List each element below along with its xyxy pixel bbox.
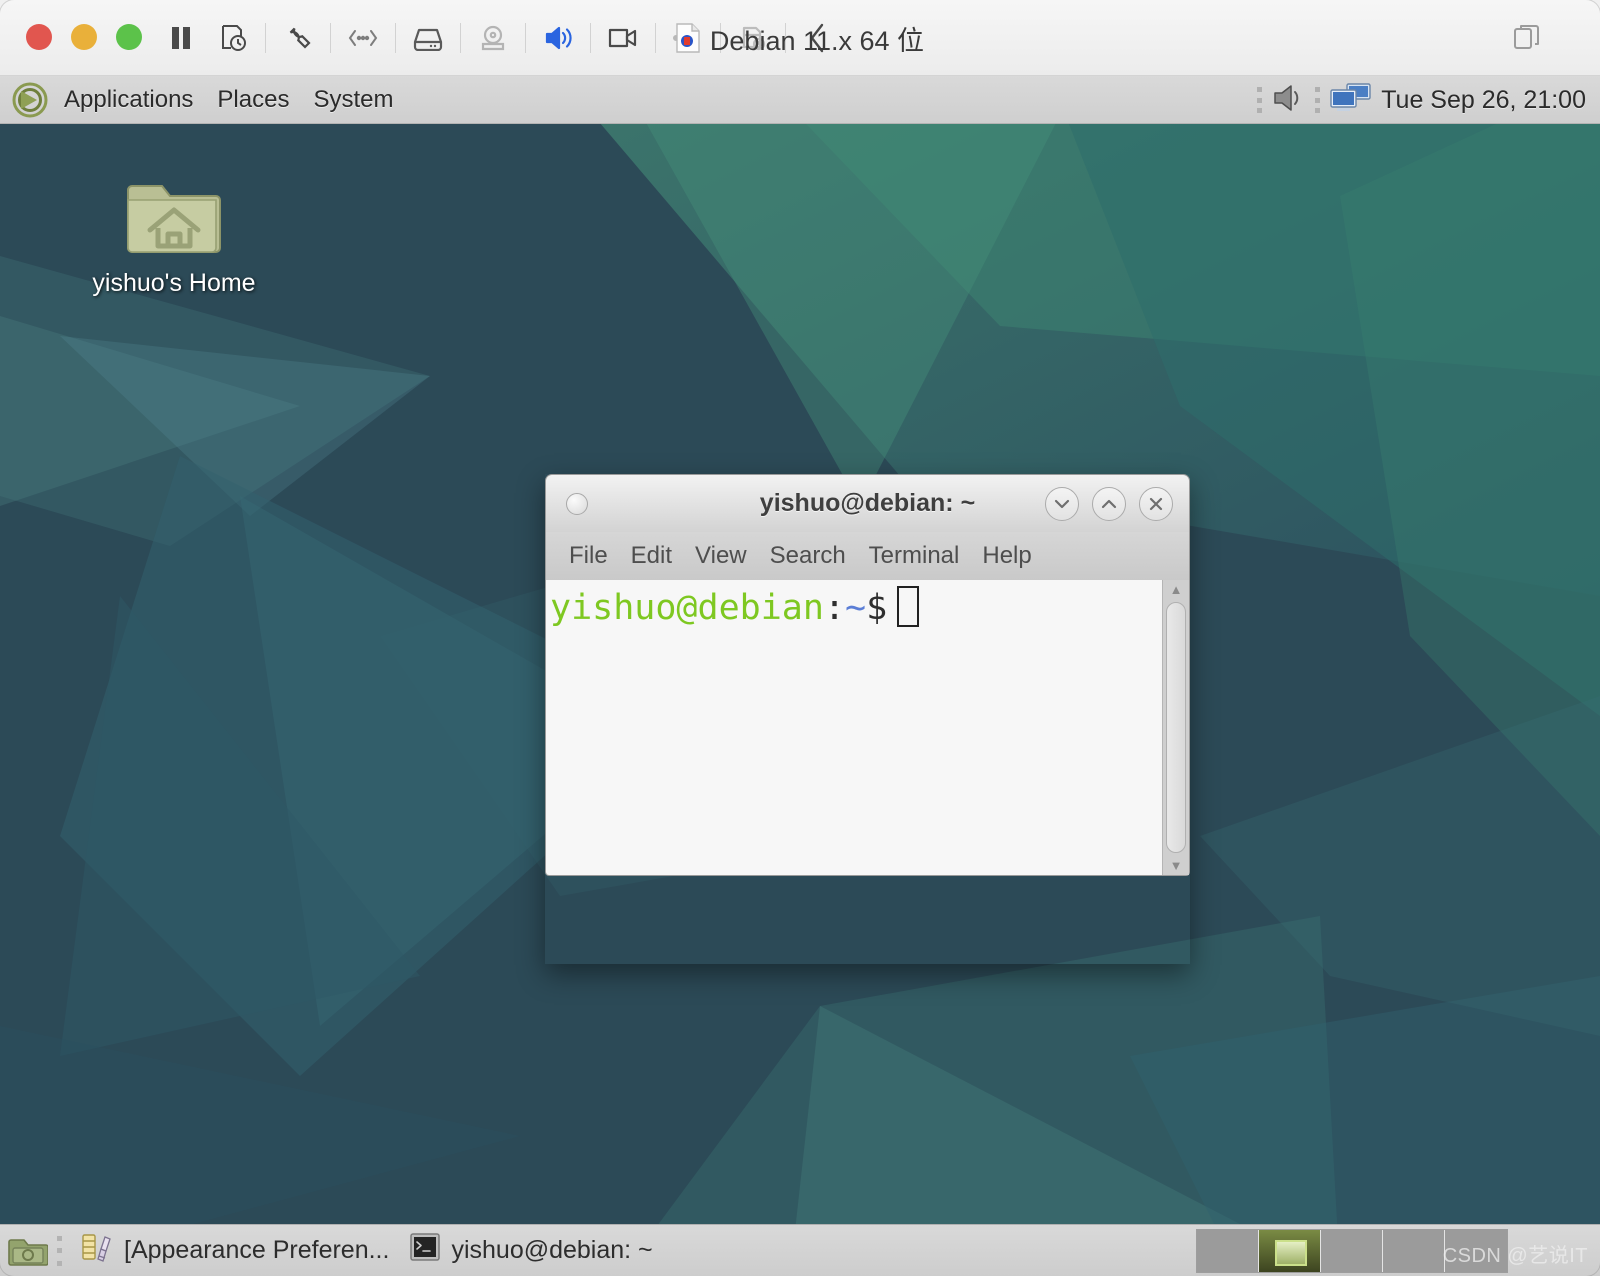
pause-icon[interactable] — [155, 12, 207, 64]
prompt-colon: : — [823, 588, 846, 628]
terminal-menu-file[interactable]: File — [560, 540, 617, 572]
hard-disk-icon[interactable] — [402, 12, 454, 64]
taskbar-item-appearance[interactable]: [Appearance Preferen... — [70, 1231, 399, 1271]
toolbar-divider — [460, 23, 461, 53]
terminal-scrollbar[interactable]: ▲ ▼ — [1162, 580, 1189, 875]
desktop-icon-home[interactable]: yishuo's Home — [82, 172, 266, 298]
taskbar-item-terminal[interactable]: yishuo@debian: ~ — [399, 1231, 662, 1271]
scrollbar-thumb[interactable] — [1166, 602, 1186, 853]
host-window-titlebar: Debian 11.x 64 位 — [0, 0, 1600, 76]
close-button[interactable] — [26, 24, 52, 50]
settings-wrench-icon[interactable] — [272, 12, 324, 64]
workspace-2[interactable] — [1259, 1230, 1321, 1272]
snapshot-icon[interactable] — [207, 12, 259, 64]
terminal-output[interactable]: yishuo@debian:~$ — [546, 580, 1162, 875]
minimize-button[interactable] — [71, 24, 97, 50]
terminal-menubar: File Edit View Search Terminal Help — [545, 532, 1190, 580]
printer-icon[interactable] — [727, 12, 779, 64]
minimize-button[interactable] — [1045, 486, 1079, 521]
terminal-cursor — [897, 586, 920, 627]
panel-applet-handle[interactable] — [1257, 87, 1263, 113]
toolbar-divider — [395, 23, 396, 53]
terminal-titlebar[interactable]: yishuo@debian: ~ — [545, 474, 1190, 532]
toolbar-divider — [525, 23, 526, 53]
toolbar-divider — [785, 23, 786, 53]
debian-swirl-icon[interactable] — [10, 80, 50, 120]
toolbar-divider — [720, 23, 721, 53]
window-tile-icon[interactable] — [1512, 22, 1542, 57]
taskbar-item-label: [Appearance Preferen... — [124, 1236, 390, 1264]
terminal-body[interactable]: yishuo@debian:~$ ▲ ▼ — [545, 580, 1190, 876]
menu-places[interactable]: Places — [207, 82, 299, 118]
scroll-down-arrow-icon[interactable]: ▼ — [1170, 859, 1183, 872]
guest-screen: Applications Places System Tue Sep 26, 2… — [0, 76, 1600, 1276]
terminal-icon — [409, 1231, 441, 1270]
sound-icon[interactable] — [532, 12, 584, 64]
gnome-top-panel: Applications Places System Tue Sep 26, 2… — [0, 76, 1600, 124]
workspace-5[interactable] — [1445, 1230, 1507, 1272]
host-toolbar — [155, 12, 844, 64]
camera-icon[interactable] — [597, 12, 649, 64]
collapse-icon[interactable] — [792, 12, 844, 64]
terminal-menu-help[interactable]: Help — [973, 540, 1040, 572]
volume-icon[interactable] — [1271, 81, 1307, 120]
toolbar-divider — [655, 23, 656, 53]
prompt-user-host: yishuo@debian — [550, 588, 824, 628]
close-button[interactable] — [1139, 486, 1173, 521]
screenshot-root: Debian 11.x 64 位 Applications Places Sys… — [0, 0, 1600, 1276]
workspace-4[interactable] — [1383, 1230, 1445, 1272]
terminal-menu-edit[interactable]: Edit — [622, 540, 681, 572]
toolbar-divider — [330, 23, 331, 53]
gnome-bottom-panel: [Appearance Preferen... yishuo@debian: ~ — [0, 1224, 1600, 1276]
taskbar-item-label: yishuo@debian: ~ — [451, 1236, 653, 1264]
panel-clock[interactable]: Tue Sep 26, 21:00 — [1381, 86, 1592, 115]
terminal-menu-view[interactable]: View — [686, 540, 756, 572]
network-icon[interactable] — [337, 12, 389, 64]
prompt-path: ~ — [845, 588, 867, 628]
workspace-switcher[interactable] — [1196, 1229, 1508, 1273]
show-desktop-icon[interactable] — [6, 1229, 50, 1273]
terminal-window[interactable]: yishuo@debian: ~ File Edit View Search T… — [545, 474, 1190, 964]
terminal-window-controls — [1045, 486, 1173, 521]
prompt-sigil: $ — [866, 588, 888, 628]
network-monitor-icon[interactable] — [1329, 81, 1373, 120]
window-menu-button[interactable] — [566, 492, 588, 515]
toolbar-divider — [265, 23, 266, 53]
panel-applet-handle[interactable] — [57, 1235, 63, 1266]
traffic-lights — [26, 24, 142, 50]
home-folder-icon — [126, 172, 222, 263]
workspace-3[interactable] — [1321, 1230, 1383, 1272]
panel-tray: Tue Sep 26, 21:00 — [1257, 76, 1592, 124]
usb-icon[interactable] — [662, 12, 714, 64]
terminal-menu-terminal[interactable]: Terminal — [860, 540, 969, 572]
menu-system[interactable]: System — [303, 82, 403, 118]
menu-applications[interactable]: Applications — [54, 82, 203, 118]
panel-applet-handle[interactable] — [1315, 87, 1321, 113]
scroll-up-arrow-icon[interactable]: ▲ — [1170, 583, 1183, 596]
terminal-menu-search[interactable]: Search — [761, 540, 855, 572]
toolbar-divider — [590, 23, 591, 53]
fullscreen-button[interactable] — [116, 24, 142, 50]
workspace-1[interactable] — [1197, 1230, 1259, 1272]
desktop-icon-label: yishuo's Home — [92, 269, 256, 297]
maximize-button[interactable] — [1092, 486, 1126, 521]
appearance-prefs-icon — [80, 1231, 114, 1271]
cd-drive-icon[interactable] — [467, 12, 519, 64]
scrollbar-track[interactable] — [1163, 596, 1189, 859]
